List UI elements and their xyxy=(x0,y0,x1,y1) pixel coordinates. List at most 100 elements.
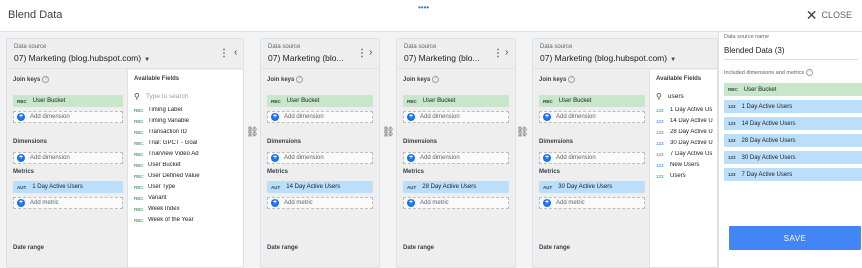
add-metric-button[interactable]: + Add metric xyxy=(539,197,645,209)
field-item[interactable]: RBC User Type xyxy=(134,184,175,190)
join-key-label: User Bucket xyxy=(32,98,66,104)
search-input[interactable]: users xyxy=(668,93,684,100)
date-range-heading: Date range xyxy=(13,245,45,251)
collapse-chevron-icon[interactable]: ‹ xyxy=(234,47,237,58)
more-options-icon[interactable]: ⋮ xyxy=(493,48,503,59)
included-metric-chip[interactable]: 123 1 Day Active Users xyxy=(724,100,862,113)
help-icon[interactable]: ? xyxy=(432,76,440,83)
included-metric-label: 14 Day Active Users xyxy=(741,120,796,127)
field-item[interactable]: RBC User Defined Value xyxy=(134,173,200,179)
field-item[interactable]: 123 30 Day Active U xyxy=(656,140,717,146)
data-source-selector[interactable]: 07) Marketing (blo... xyxy=(404,53,480,63)
link-icon: ⛓ xyxy=(516,127,529,138)
help-icon[interactable]: ? xyxy=(568,76,576,83)
included-metric-chip[interactable]: 123 30 Day Active Users xyxy=(724,151,862,164)
join-key-chip[interactable]: RBC User Bucket xyxy=(539,95,645,107)
field-item[interactable]: RBC User Bucket xyxy=(134,162,181,168)
add-dimension-button[interactable]: + Add dimension xyxy=(267,152,373,164)
field-label: 28 Day Active U xyxy=(670,129,713,135)
search-icon: ⚲ xyxy=(656,91,662,101)
metric-type-icon: 123 xyxy=(656,162,664,168)
add-metric-button[interactable]: + Add metric xyxy=(403,197,509,209)
data-source-selector[interactable]: 07) Marketing (blo... xyxy=(268,53,344,63)
data-source-card-2: Data source 07) Marketing (blo... ⋮ › Jo… xyxy=(260,38,380,268)
metric-label: 28 Day Active Users xyxy=(422,184,477,190)
data-source-selector[interactable]: 07) Marketing (blog.hubspot.com) ▼ xyxy=(540,53,676,63)
add-metric-label: Add metric xyxy=(556,200,585,206)
included-metric-label: 1 Day Active Users xyxy=(741,103,793,110)
metric-chip[interactable]: AUT 28 Day Active Users xyxy=(403,181,509,193)
field-item[interactable]: 123 1 Day Active Us xyxy=(656,107,717,113)
card-config: Join keys? RBC User Bucket + Add dimension… xyxy=(539,70,645,267)
field-item[interactable]: 123 14 Day Active U xyxy=(656,118,717,124)
metric-chip[interactable]: AUT 30 Day Active Users xyxy=(539,181,645,193)
search-input[interactable]: Type to search xyxy=(146,93,189,100)
metric-type-icon: 123 xyxy=(656,140,664,146)
included-metric-chip[interactable]: 123 14 Day Active Users xyxy=(724,117,862,130)
field-label: Week of the Year xyxy=(148,217,194,223)
data-source-name: 07) Marketing (blog.hubspot.com) xyxy=(14,53,142,63)
card-config: Join keys? RBC User Bucket + Add dimension… xyxy=(403,70,509,267)
expand-chevron-icon[interactable]: › xyxy=(369,47,372,58)
dimension-type-icon: RBC xyxy=(134,118,144,124)
add-metric-button[interactable]: + Add metric xyxy=(13,197,123,209)
field-item[interactable]: RBC TrueView Video Ad xyxy=(134,151,199,157)
field-item[interactable]: 123 28 Day Active U xyxy=(656,129,717,135)
data-source-label: Data source xyxy=(268,44,301,50)
dimension-type-icon: RBC xyxy=(134,184,144,190)
included-metric-chip[interactable]: 123 7 Day Active Users xyxy=(724,168,862,181)
help-icon[interactable]: ? xyxy=(296,76,304,83)
card-header: Data source 07) Marketing (blo... ⋮ › xyxy=(397,39,515,69)
metric-type-icon: AUT xyxy=(543,184,553,190)
join-keys-label: Join keys xyxy=(13,77,41,84)
help-icon[interactable]: ? xyxy=(42,76,50,83)
drag-handle-icon[interactable]: •••• xyxy=(418,3,429,12)
field-item[interactable]: RBC Timing Label xyxy=(134,107,182,113)
field-item[interactable]: RBC Variant xyxy=(134,195,167,201)
dimension-type-icon: RBC xyxy=(134,129,144,135)
field-item[interactable]: RBC Week Index xyxy=(134,206,180,212)
more-options-icon[interactable]: ⋮ xyxy=(219,48,229,59)
field-item[interactable]: 123 New Users xyxy=(656,162,717,168)
metric-chip[interactable]: AUT 14 Day Active Users xyxy=(267,181,373,193)
field-item[interactable]: 123 Users xyxy=(656,173,717,179)
add-dimension-button[interactable]: + Add dimension xyxy=(539,152,645,164)
dialog-title: Blend Data xyxy=(8,9,63,21)
add-metric-button[interactable]: + Add metric xyxy=(267,197,373,209)
data-source-card-1: Data source 07) Marketing (blog.hubspot.… xyxy=(6,38,244,268)
data-source-name-input[interactable]: Blended Data (3) xyxy=(724,44,858,60)
plus-icon: + xyxy=(271,154,279,162)
field-item[interactable]: 123 7 Day Active Us xyxy=(656,151,717,157)
join-key-label: User Bucket xyxy=(558,98,592,104)
field-item[interactable]: RBC Timing Variable xyxy=(134,118,189,124)
included-metric-chip[interactable]: 123 28 Day Active Users xyxy=(724,134,862,147)
add-dimension-button[interactable]: + Add dimension xyxy=(539,111,645,123)
more-options-icon[interactable]: ⋮ xyxy=(357,48,367,59)
add-dimension-label: Add dimension xyxy=(420,114,460,120)
save-button[interactable]: SAVE xyxy=(729,226,861,250)
add-dimension-button[interactable]: + Add dimension xyxy=(13,152,123,164)
metric-type-icon: 123 xyxy=(656,151,664,157)
field-item[interactable]: RBC Transaction ID xyxy=(134,129,187,135)
field-search[interactable]: ⚲ users xyxy=(656,90,715,102)
field-search[interactable]: ⚲ Type to search xyxy=(134,90,241,102)
join-key-chip[interactable]: RBC User Bucket xyxy=(403,95,509,107)
field-item[interactable]: RBC Week of the Year xyxy=(134,217,194,223)
add-dimension-button[interactable]: + Add dimension xyxy=(403,111,509,123)
available-fields-heading: Available Fields xyxy=(134,76,180,82)
help-icon[interactable]: ? xyxy=(806,69,814,76)
data-source-selector[interactable]: 07) Marketing (blog.hubspot.com) ▼ xyxy=(14,53,150,63)
included-dimension-chip[interactable]: RBC User Bucket xyxy=(724,83,862,96)
add-dimension-button[interactable]: + Add dimension xyxy=(13,111,123,123)
add-dimension-button[interactable]: + Add dimension xyxy=(267,111,373,123)
plus-icon: + xyxy=(407,154,415,162)
metric-chip[interactable]: AUT 1 Day Active Users xyxy=(13,181,123,193)
expand-chevron-icon[interactable]: › xyxy=(505,47,508,58)
metric-type-icon: 123 xyxy=(656,129,664,135)
add-dimension-label: Add dimension xyxy=(556,155,596,161)
join-key-chip[interactable]: RBC User Bucket xyxy=(13,95,123,107)
field-item[interactable]: RBC Trial: GPCT - Goal xyxy=(134,140,197,146)
add-dimension-button[interactable]: + Add dimension xyxy=(403,152,509,164)
close-button[interactable]: ✕ CLOSE xyxy=(806,8,852,22)
join-key-chip[interactable]: RBC User Bucket xyxy=(267,95,373,107)
